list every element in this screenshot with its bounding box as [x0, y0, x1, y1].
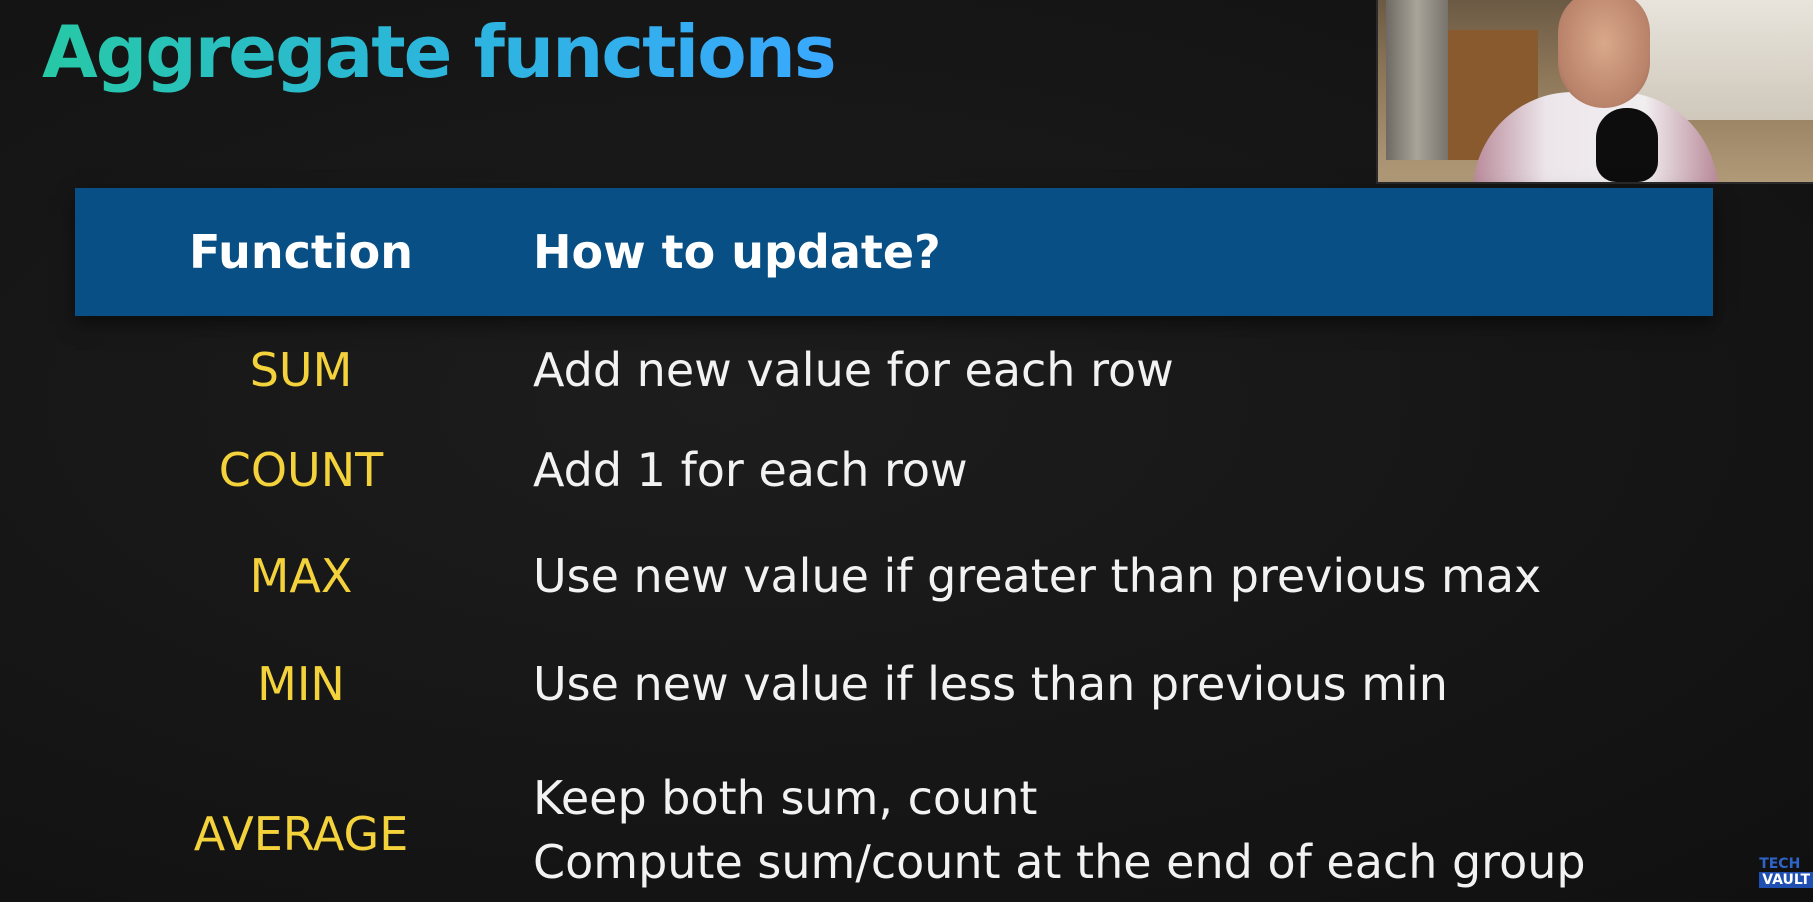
function-sum: SUM: [249, 343, 353, 397]
header-function: Function: [188, 225, 413, 279]
description-max: Use new value if greater than previous m…: [533, 549, 1542, 603]
channel-watermark-logo: TECH VAULT: [1759, 856, 1813, 888]
table-row: COUNT Add 1 for each row: [75, 416, 1713, 524]
presenter-webcam-video: [1376, 0, 1813, 184]
function-min: MIN: [257, 657, 345, 711]
description-min: Use new value if less than previous min: [533, 657, 1448, 711]
presenter-head: [1558, 0, 1650, 108]
description-sum: Add new value for each row: [533, 343, 1174, 397]
description-count: Add 1 for each row: [533, 443, 968, 497]
description-average-line2: Compute sum/count at the end of each gro…: [533, 835, 1586, 889]
function-average: AVERAGE: [193, 807, 409, 861]
table-row: MAX Use new value if greater than previo…: [75, 524, 1713, 632]
slide-title: Aggregate functions: [42, 4, 837, 100]
description-average-line1: Keep both sum, count: [533, 771, 1038, 825]
table-row: SUM Add new value for each row: [75, 316, 1713, 416]
table-row: MIN Use new value if less than previous …: [75, 632, 1713, 740]
function-count: COUNT: [218, 443, 384, 497]
aggregate-functions-table: Function How to update? SUM Add new valu…: [75, 188, 1713, 889]
microphone: [1596, 108, 1658, 182]
header-how-to-update: How to update?: [533, 225, 941, 279]
watermark-line2: VAULT: [1759, 872, 1813, 888]
table-header-row: Function How to update?: [75, 188, 1713, 316]
function-max: MAX: [249, 549, 353, 603]
presentation-slide: Aggregate functions Function How to upda…: [0, 0, 1813, 902]
webcam-background-fridge: [1386, 0, 1448, 160]
watermark-line1: TECH: [1759, 856, 1801, 872]
table-row: AVERAGE Keep both sum, count Compute sum…: [75, 768, 1713, 902]
